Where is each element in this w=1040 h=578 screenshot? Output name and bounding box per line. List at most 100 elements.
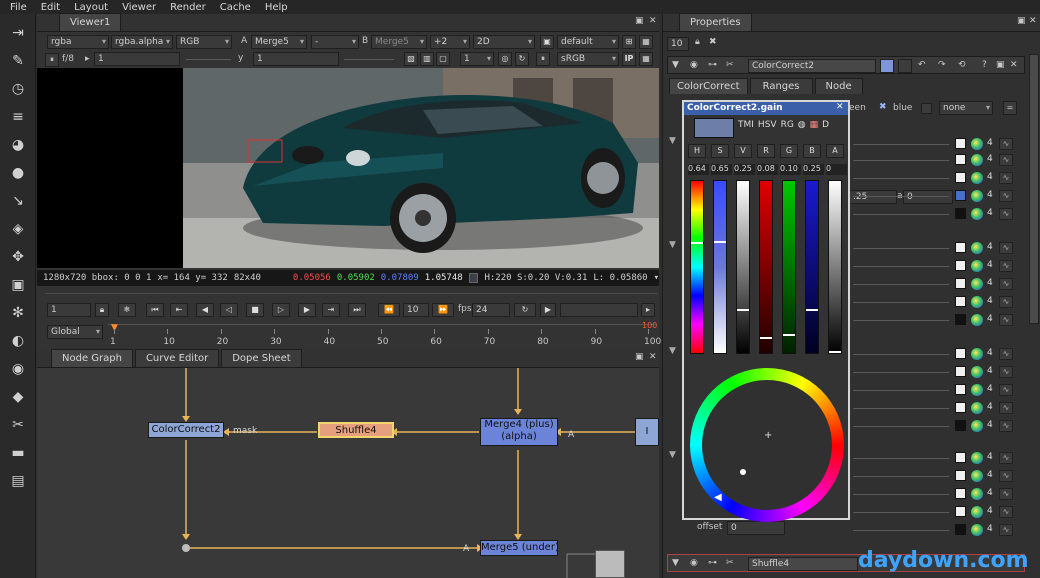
other-tool-icon[interactable]: ✂ <box>9 416 27 434</box>
color-swatch-button[interactable] <box>955 138 966 149</box>
viewer-image[interactable] <box>183 68 659 268</box>
section-collapse-icon[interactable]: ▼ <box>669 240 676 250</box>
section-collapse-icon[interactable]: ▼ <box>669 346 676 356</box>
color-picker-popup[interactable]: ColorCorrect2.gain ✕ TMI HSV RG ◍ ▦ D HS… <box>682 100 850 522</box>
furnace-tool-icon[interactable]: ▬ <box>9 444 27 462</box>
color-swatch-button[interactable] <box>955 190 966 201</box>
color-swatch-button[interactable] <box>955 172 966 183</box>
pause-viewer-icon[interactable]: ⏸ <box>45 53 59 67</box>
color-wheel-icon[interactable] <box>971 242 983 254</box>
color-swatch-button[interactable] <box>955 154 966 165</box>
color-swatch-button[interactable] <box>955 260 966 271</box>
color-tool-icon[interactable]: ◕ <box>9 136 27 154</box>
property-slider[interactable] <box>853 144 949 145</box>
animation-curve-icon[interactable]: ∿ <box>999 242 1013 254</box>
section-collapse-icon[interactable]: ▼ <box>669 450 676 460</box>
a-input-select[interactable]: Merge5 <box>251 35 307 49</box>
ip-icon[interactable]: IP <box>622 52 636 66</box>
channel-value-a[interactable]: 0 <box>826 164 847 175</box>
pause-icon[interactable]: ⏸ <box>536 52 550 66</box>
channel-button-r[interactable]: R <box>757 144 775 158</box>
slider-handle[interactable] <box>806 308 818 311</box>
stop-icon[interactable]: ■ <box>246 303 264 317</box>
color-wheel-icon[interactable] <box>971 296 983 308</box>
menu-cache[interactable]: Cache <box>220 2 251 13</box>
color-wheel-icon[interactable] <box>971 260 983 272</box>
particles-tool-icon[interactable]: ✻ <box>9 304 27 322</box>
filter-tool-icon[interactable]: ● <box>9 164 27 182</box>
property-slider[interactable] <box>853 214 949 215</box>
color-wheel-icon[interactable] <box>971 154 983 166</box>
animation-curve-icon[interactable]: ∿ <box>999 402 1013 414</box>
offset-field[interactable]: 0 <box>727 521 785 535</box>
playback-range-field[interactable] <box>560 303 638 317</box>
gain-slider[interactable] <box>186 59 231 60</box>
channel-value-v[interactable]: 0.25 <box>734 164 755 175</box>
animation-curve-icon[interactable]: ∿ <box>999 138 1013 150</box>
slider-handle[interactable] <box>714 240 726 243</box>
channel-slider-s[interactable] <box>713 180 727 354</box>
menu-edit[interactable]: Edit <box>41 2 60 13</box>
slider-handle[interactable] <box>737 308 749 311</box>
step-field[interactable]: 10 <box>403 303 429 317</box>
fps-field[interactable]: 24 <box>472 303 510 317</box>
channel-slider-a[interactable] <box>828 180 842 354</box>
animation-curve-icon[interactable]: ∿ <box>999 154 1013 166</box>
channels-select[interactable]: rgba <box>47 35 109 49</box>
channel-count[interactable]: 4 <box>987 278 993 288</box>
proxy-icon[interactable]: ▧ <box>404 52 418 66</box>
color-wheel-icon[interactable] <box>971 208 983 220</box>
draw-tool-icon[interactable]: ✎ <box>9 52 27 70</box>
channel-button-b[interactable]: B <box>803 144 821 158</box>
close-icon[interactable]: ✕ <box>649 16 657 26</box>
channel-slider-b[interactable] <box>805 180 819 354</box>
property-slider[interactable] <box>853 354 949 355</box>
color-wheel-icon[interactable] <box>971 420 983 432</box>
property-slider[interactable] <box>853 248 949 249</box>
tab-dope-sheet[interactable]: Dope Sheet <box>221 349 302 367</box>
channel-count[interactable]: 4 <box>987 242 993 252</box>
animation-curve-icon[interactable]: ∿ <box>999 296 1013 308</box>
property-slider[interactable] <box>853 284 949 285</box>
3d-tool-icon[interactable]: ▣ <box>9 276 27 294</box>
animation-curve-icon[interactable]: ∿ <box>999 314 1013 326</box>
section-collapse-icon[interactable]: ▼ <box>669 136 676 146</box>
channel-value-h[interactable]: 0.64 <box>688 164 709 175</box>
frame-field[interactable]: 1 <box>47 303 91 317</box>
mode-tmi[interactable]: TMI <box>738 120 754 130</box>
animation-curve-icon[interactable]: ∿ <box>999 524 1013 536</box>
wheel-hue-marker[interactable]: ◀ <box>714 492 722 503</box>
view-mode-select[interactable]: 2D <box>473 35 535 49</box>
channel-count[interactable]: 4 <box>987 314 993 324</box>
animation-curve-icon[interactable]: ∿ <box>999 208 1013 220</box>
keyer-tool-icon[interactable]: ↘ <box>9 192 27 210</box>
animation-curve-icon[interactable]: ∿ <box>999 260 1013 272</box>
animation-curve-icon[interactable]: ∿ <box>999 348 1013 360</box>
channel-count[interactable]: 4 <box>987 366 993 376</box>
channel-count[interactable]: 4 <box>987 420 993 430</box>
fstop-arrow-icon[interactable]: ▸ <box>85 54 90 64</box>
animation-curve-icon[interactable]: ∿ <box>999 172 1013 184</box>
refresh-icon[interactable]: ↻ <box>515 52 529 66</box>
channel-value-r[interactable]: 0.08 <box>757 164 778 175</box>
info-dropdown-icon[interactable]: ▾ <box>654 273 659 283</box>
color-wheel-icon[interactable] <box>971 314 983 326</box>
channel-slider-r[interactable] <box>759 180 773 354</box>
color-swatch-button[interactable] <box>955 452 966 463</box>
color-swatch-button[interactable] <box>955 348 966 359</box>
channel-button-v[interactable]: V <box>734 144 752 158</box>
property-slider[interactable] <box>853 390 949 391</box>
animation-curve-icon[interactable]: ∿ <box>999 190 1013 202</box>
channel-count[interactable]: 4 <box>987 154 993 164</box>
step-back-icon[interactable]: ◀ <box>196 303 214 317</box>
shuffle-view-icon[interactable]: ◉ <box>690 558 698 568</box>
color-wheel-icon[interactable] <box>971 506 983 518</box>
color-swatch-button[interactable] <box>955 384 966 395</box>
color-wheel-icon[interactable] <box>971 524 983 536</box>
property-slider[interactable] <box>853 476 949 477</box>
target-icon[interactable]: ◎ <box>498 52 512 66</box>
channel-count[interactable]: 4 <box>987 402 993 412</box>
color-wheel-icon[interactable] <box>971 402 983 414</box>
properties-scrollbar[interactable] <box>1029 54 1039 324</box>
channel-count[interactable]: 4 <box>987 208 993 218</box>
